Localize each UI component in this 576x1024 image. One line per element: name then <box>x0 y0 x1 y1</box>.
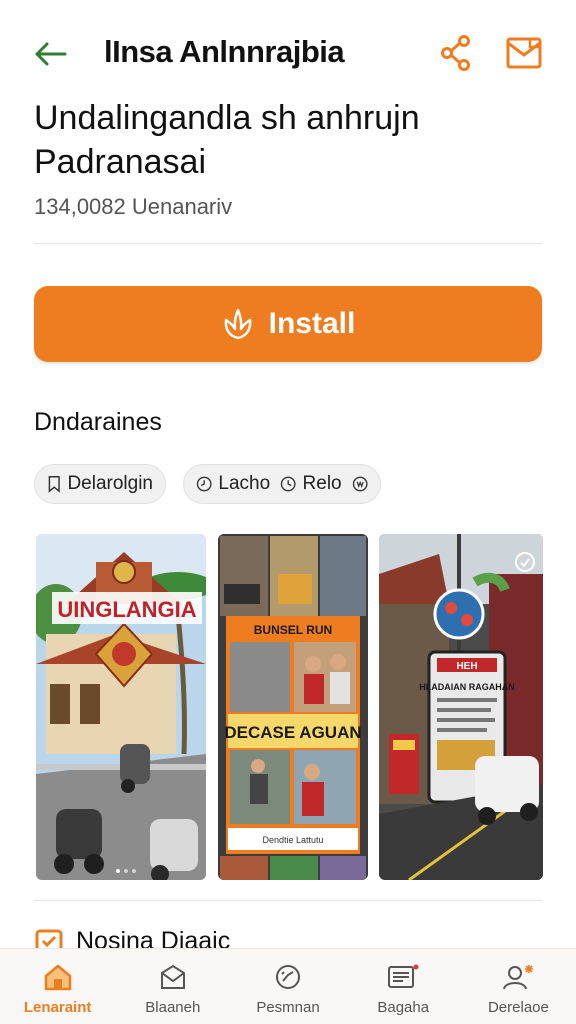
divider <box>34 243 542 244</box>
clock-icon <box>280 476 296 492</box>
share-button[interactable] <box>436 32 476 74</box>
leaf-icon <box>224 308 252 340</box>
chip-lacho-relo[interactable]: Lacho Relo <box>183 464 381 504</box>
nav-label: Lenaraint <box>23 999 92 1016</box>
screenshot-3[interactable]: HEH HLADAIAN RAGAHAN <box>379 534 543 880</box>
gauge-icon <box>276 965 300 989</box>
nav-label: Pesmnan <box>256 999 320 1016</box>
app-meta: 134,0082 Uenanariv <box>34 194 233 219</box>
nav-item-derelaoe[interactable]: Derelaoe <box>461 949 576 1024</box>
share-icon <box>441 35 470 71</box>
top-bar: lInsa Anlnnrajbia <box>0 0 576 104</box>
user-icon <box>503 965 534 990</box>
arrow-left-icon <box>35 42 67 66</box>
chip-label: Relo <box>302 473 342 494</box>
screenshot-3-sign-top: HEH <box>456 661 477 672</box>
back-button[interactable] <box>28 32 72 76</box>
screenshot-1-image: UINGLANGIA <box>36 534 206 880</box>
list-icon <box>388 964 419 988</box>
nav-item-blaaneh[interactable]: Blaaneh <box>115 949 230 1024</box>
screenshot-3-image: HEH HLADAIAN RAGAHAN <box>379 534 543 880</box>
clock-icon <box>196 476 212 492</box>
install-button[interactable]: Install <box>34 286 542 362</box>
section-title: Dndaraines <box>34 408 162 436</box>
screenshot-2-banner: DECASE AGUAN <box>224 723 361 742</box>
nav-label: Derelaoe <box>487 999 549 1016</box>
bookmark-icon <box>48 476 60 493</box>
screenshot-2-footer: Dendtie Lattutu <box>262 835 323 845</box>
nav-item-pesmnan[interactable]: Pesmnan <box>230 949 345 1024</box>
envelope-icon <box>160 964 185 989</box>
mail-icon <box>506 37 542 69</box>
chip-delarolgin[interactable]: Delarolgin <box>34 464 166 504</box>
divider <box>34 900 542 901</box>
chip-label: Delarolgin <box>67 473 153 494</box>
mail-button[interactable] <box>502 32 546 74</box>
screenshot-1[interactable]: UINGLANGIA <box>36 534 206 880</box>
nav-label: Blaaneh <box>145 999 201 1016</box>
home-icon <box>44 964 71 991</box>
page-title: lInsa Anlnnrajbia <box>104 34 345 69</box>
nav-label: Bagaha <box>377 999 430 1016</box>
install-label: Install <box>268 307 356 340</box>
shield-icon <box>352 476 368 492</box>
screenshot-1-banner: UINGLANGIA <box>57 597 196 622</box>
nav-item-lenaraint[interactable]: Lenaraint <box>0 949 115 1024</box>
screenshot-2[interactable]: BUNSEL RUN DECASE AGUAN Dendtie Lattutu <box>218 534 368 880</box>
screenshot-2-header: BUNSEL RUN <box>254 623 332 637</box>
chip-label: Lacho <box>218 473 271 494</box>
nav-item-bagaha[interactable]: Bagaha <box>346 949 461 1024</box>
bottom-nav: Lenaraint Blaaneh Pesmnan Bagaha Derelao… <box>0 948 576 1024</box>
screenshot-2-image: BUNSEL RUN DECASE AGUAN Dendtie Lattutu <box>218 534 368 880</box>
screenshot-3-sign-title: HLADAIAN RAGAHAN <box>419 682 515 692</box>
app-title: Undalingandla sh anhrujn Padranasai <box>34 99 420 181</box>
